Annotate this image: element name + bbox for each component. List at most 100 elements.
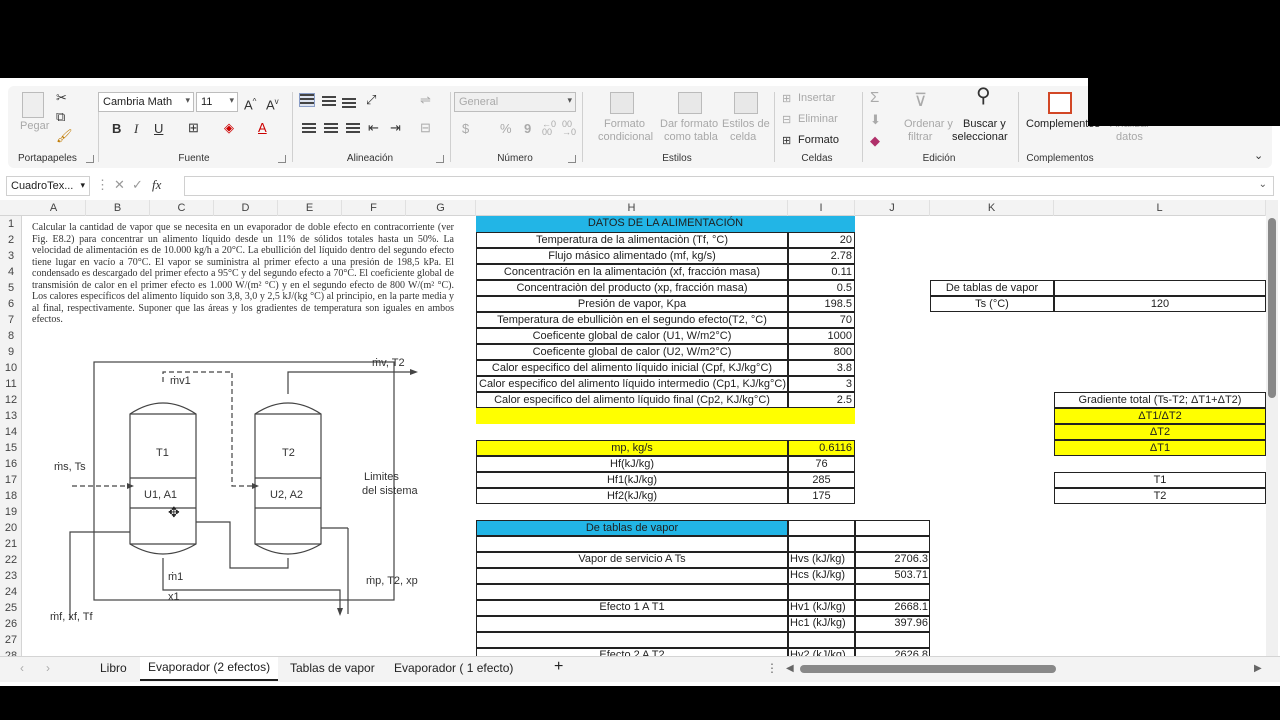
feed-data-value[interactable]: 2.78 [788,248,855,264]
merge-icon[interactable]: ⊟ [420,120,431,136]
cancel-icon[interactable]: ✕ [114,177,125,193]
align-center-icon[interactable] [324,123,338,135]
feed-data-value[interactable]: 0.5 [788,280,855,296]
cell[interactable] [788,520,855,536]
cell[interactable] [788,584,855,600]
feed-data-label[interactable]: Concentración en la alimentación (xf, fr… [476,264,788,280]
scroll-tabs-right-icon[interactable]: › [46,661,50,675]
horizontal-scroll-thumb[interactable] [800,665,1056,673]
feed-data-label[interactable]: Calor especifico del alimento líquido in… [476,376,788,392]
feed-data-value[interactable]: 2.5 [788,392,855,408]
clipboard-launcher-icon[interactable] [86,155,94,163]
column-header[interactable]: G [406,200,476,216]
decrease-decimal-icon[interactable]: 00 →0 [562,120,576,137]
feed-data-label[interactable]: Presión de vapor, Kpa [476,296,788,312]
enthalpy-value[interactable]: 285 [788,472,855,488]
enter-icon[interactable]: ✓ [132,177,143,193]
more-icon[interactable]: ⋮ [766,661,778,675]
italic-button[interactable]: I [134,121,138,137]
row-header[interactable]: 23 [0,568,21,584]
align-left-icon[interactable] [302,123,316,135]
hv1-value[interactable]: 2668.1 [855,600,930,616]
row-header[interactable]: 28 [0,648,21,656]
cell[interactable] [855,632,930,648]
decrease-indent-icon[interactable]: ⇤ [368,120,379,136]
hcs-value[interactable]: 503.71 [855,568,930,584]
feed-data-value[interactable]: 0.11 [788,264,855,280]
hv2-value[interactable]: 2626.8 [855,648,930,656]
evaporator-diagram[interactable]: ṁv1 ṁv, T2 ṁs, Ts T1 T2 U1, A1 U2, A2 Li… [50,352,450,622]
fill-color-icon[interactable]: ◈ [224,120,234,136]
row-header[interactable]: 11 [0,376,21,392]
scroll-left-icon[interactable]: ◀ [786,663,794,674]
column-header[interactable]: C [150,200,214,216]
dt2-label[interactable]: ΔT2 [1054,424,1266,440]
orientation-icon[interactable]: ⤢ [366,92,376,108]
row-header[interactable]: 24 [0,584,21,600]
hc1-label[interactable]: Hc1 (kJ/kg) [788,616,855,632]
borders-icon[interactable]: ⊞ [188,120,199,136]
feed-data-value[interactable]: 3.8 [788,360,855,376]
column-header[interactable]: D [214,200,278,216]
row-header[interactable]: 6 [0,296,21,312]
feed-data-value[interactable]: 198.5 [788,296,855,312]
column-header[interactable]: J [855,200,930,216]
row-header[interactable]: 4 [0,264,21,280]
number-launcher-icon[interactable] [568,155,576,163]
format-as-table-line1[interactable]: Dar formato [660,118,718,130]
hvs-label[interactable]: Hvs (kJ/kg) [788,552,855,568]
conditional-format-line1[interactable]: Formato [604,118,645,130]
cell[interactable] [788,632,855,648]
conditional-format-icon[interactable] [610,92,634,114]
effect2-label[interactable]: Efecto 2 A T2 [476,648,788,656]
problem-textbox[interactable]: Calcular la cantidad de vapor que se nec… [32,222,454,326]
find-select-line2[interactable]: seleccionar [952,131,1008,143]
mp-label[interactable]: mp, kg/s [476,440,788,456]
feed-data-label[interactable]: Flujo másico alimentado (mf, kg/s) [476,248,788,264]
column-header[interactable]: E [278,200,342,216]
insert-icon[interactable]: ⊞ [782,91,791,107]
column-header[interactable]: K [930,200,1054,216]
sort-filter-line1[interactable]: Ordenar y [904,118,953,130]
wrap-text-icon[interactable]: ⇌ [420,92,431,108]
t1-label[interactable]: T1 [1054,472,1266,488]
tab-evaporador-2-efectos[interactable]: Evaporador (2 efectos) [140,657,279,681]
percent-icon[interactable]: % [500,121,512,137]
scroll-right-icon[interactable]: ▶ [1254,663,1262,674]
cut-icon[interactable]: ✂ [56,90,67,106]
ts-label[interactable]: Ts (°C) [930,296,1054,312]
dt-ratio-label[interactable]: ΔT1/ΔT2 [1054,408,1266,424]
effect1-label[interactable]: Efecto 1 A T1 [476,600,788,616]
autosum-icon[interactable]: Σ [870,90,879,106]
format-as-table-line2[interactable]: como tabla [664,131,718,143]
underline-button[interactable]: U [154,121,163,137]
feed-data-header[interactable]: DATOS DE LA ALIMENTACIÓN [476,216,855,232]
formula-input[interactable]: ⌄ [184,176,1274,196]
cell[interactable] [788,536,855,552]
add-sheet-button[interactable]: + [554,658,563,676]
feed-data-value[interactable]: 800 [788,344,855,360]
side-vapor-header[interactable]: De tablas de vapor [930,280,1054,296]
row-header[interactable]: 12 [0,392,21,408]
feed-data-label[interactable]: Concentraciòn del producto (xp, fracción… [476,280,788,296]
t2-label[interactable]: T2 [1054,488,1266,504]
alignment-launcher-icon[interactable] [436,155,444,163]
dt1-label[interactable]: ΔT1 [1054,440,1266,456]
feed-data-label[interactable]: Calor especifico del alimento líquido fi… [476,392,788,408]
feed-data-value[interactable]: 70 [788,312,855,328]
row-header[interactable]: 19 [0,504,21,520]
hv2-label[interactable]: Hv2 (kJ/kg) [788,648,855,656]
cell[interactable] [476,616,788,632]
expand-formula-icon[interactable]: ⌄ [1259,179,1267,190]
fill-icon[interactable]: ⬇ [870,112,881,128]
row-header[interactable]: 5 [0,280,21,296]
column-header[interactable]: B [86,200,150,216]
align-middle-icon[interactable] [322,96,336,108]
font-launcher-icon[interactable] [278,155,286,163]
row-header[interactable]: 7 [0,312,21,328]
increase-decimal-icon[interactable]: ←0 00 [542,120,556,137]
column-header[interactable]: I [788,200,855,216]
collapse-ribbon-icon[interactable]: ⌄ [1254,148,1263,164]
increase-indent-icon[interactable]: ⇥ [390,120,401,136]
cell-styles-line2[interactable]: celda [730,131,756,143]
